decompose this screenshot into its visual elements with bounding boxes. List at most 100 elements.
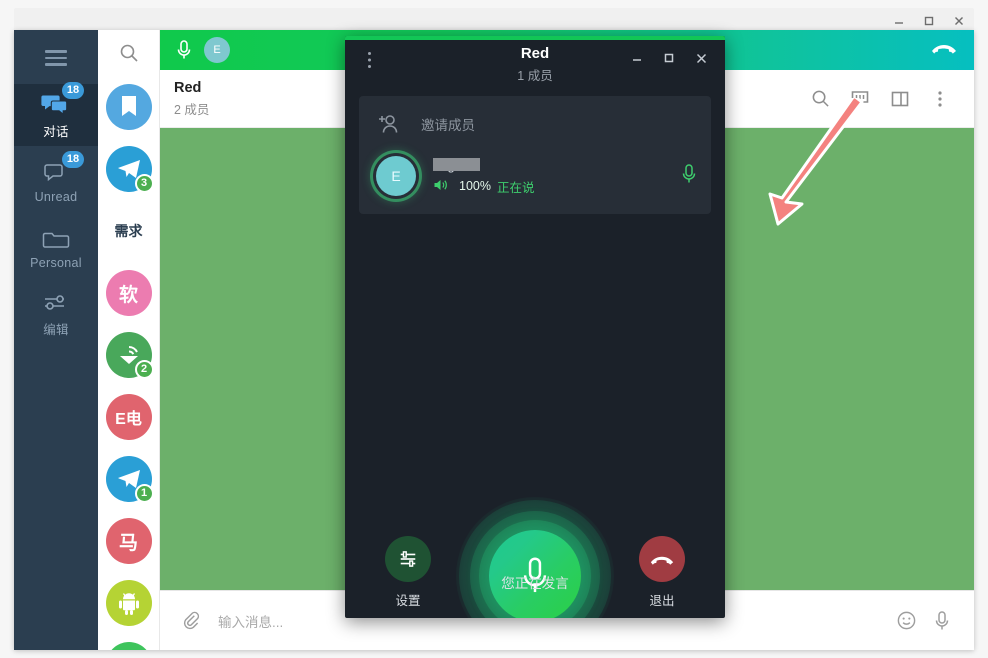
voice-dialog-header: Red 1 成员: [345, 36, 725, 86]
more-vertical-icon: [368, 52, 371, 68]
folder-search-button[interactable]: [98, 30, 159, 76]
window-maximize-button[interactable]: [914, 10, 944, 32]
split-pane-button[interactable]: [880, 79, 920, 119]
sidebar-item-personal[interactable]: Personal: [14, 216, 98, 278]
participant-mic-button[interactable]: [681, 163, 697, 190]
call-hangup-button[interactable]: [930, 40, 958, 61]
text-avatar: 马: [105, 518, 152, 564]
participant-info: engine 100% 正在说: [433, 157, 681, 196]
participant-name-wrap: engine: [433, 157, 681, 173]
android-avatar: [105, 580, 152, 626]
speaker-icon: [433, 178, 449, 195]
sidebar-badge-unread: 18: [62, 150, 84, 168]
window-minimize-button[interactable]: [884, 10, 914, 32]
voice-dialog-menu-button[interactable]: [367, 51, 372, 74]
plain-avatar: [105, 642, 152, 650]
sidebar-label-edit: 编辑: [43, 323, 69, 337]
text-avatar: E电: [105, 394, 152, 440]
voice-dialog-window-controls: [623, 46, 715, 70]
chat-subtitle: 2 成员: [174, 102, 210, 117]
call-status-text: 您正在发言: [501, 576, 569, 591]
folder-item[interactable]: [98, 572, 159, 634]
chat-search-button[interactable]: [800, 79, 840, 119]
android-icon: [118, 593, 139, 615]
bookmark-avatar: [105, 84, 152, 130]
invite-member-label: 邀请成员: [421, 118, 475, 133]
telegram-avatar: 3: [105, 146, 154, 193]
folder-section-label: 需求: [114, 223, 143, 239]
more-vertical-icon: [938, 90, 942, 107]
folder-item[interactable]: 1: [98, 448, 159, 510]
text-avatar: 软: [105, 270, 152, 316]
window-close-button[interactable]: [944, 10, 974, 32]
add-person-icon: [379, 115, 398, 133]
radar-avatar: 2: [105, 332, 154, 379]
participant-avatar-wrap: E: [373, 153, 419, 199]
split-pane-icon: [891, 91, 909, 106]
chats-icon: 18: [41, 82, 84, 116]
search-icon: [120, 44, 138, 62]
voice-dialog-close-button[interactable]: [687, 46, 715, 70]
invite-member-row[interactable]: 邀请成员: [359, 102, 711, 146]
bookmark-icon: [121, 96, 136, 116]
sidebar-item-chats[interactable]: 18 对话: [14, 82, 98, 146]
participant-status: 100% 正在说: [433, 177, 681, 196]
sliders-icon: [42, 288, 70, 314]
microphone-icon: [935, 610, 949, 629]
mic-button-wrap: [455, 496, 615, 618]
participant-speaking-label: 正在说: [496, 180, 535, 195]
screen: 18 对话 18 Unread Personal 编辑 3 需求 软 2 E电 …: [0, 0, 988, 658]
voice-call-dialog: Red 1 成员 邀请成员 E 100% 正在说 设置 退出 您正在发言: [345, 36, 725, 618]
chat-bubble-icon: [851, 90, 869, 107]
folder-badge: 1: [134, 484, 154, 503]
participant-volume: 100%: [459, 179, 491, 193]
search-icon: [812, 90, 829, 107]
folder-item[interactable]: E电: [98, 386, 159, 448]
paperclip-icon: [183, 611, 200, 629]
folder-item[interactable]: 3: [98, 138, 159, 200]
voice-dialog-maximize-button[interactable]: [655, 46, 683, 70]
folder-item[interactable]: 马: [98, 510, 159, 572]
sidebar-label-chats: 对话: [43, 125, 69, 139]
folder-strip: 3 需求 软 2 E电 1 马: [98, 30, 160, 650]
hamburger-icon: [45, 46, 67, 70]
folder-item[interactable]: 软: [98, 262, 159, 324]
emoji-button[interactable]: [888, 603, 924, 639]
voice-record-button[interactable]: [924, 603, 960, 639]
sidebar-item-edit[interactable]: 编辑: [14, 282, 98, 344]
sidebar-badge-chats: 18: [62, 82, 84, 99]
left-sidebar: 18 对话 18 Unread Personal 编辑: [14, 30, 98, 650]
folder-badge: 3: [134, 174, 154, 193]
voice-dialog-minimize-button[interactable]: [623, 46, 651, 70]
attach-button[interactable]: [174, 603, 210, 639]
folder-icon: [42, 225, 70, 251]
folder-item[interactable]: [98, 76, 159, 138]
folder-item[interactable]: 2: [98, 324, 159, 386]
sliders-icon: [400, 551, 416, 567]
sidebar-item-unread[interactable]: 18 Unread: [14, 150, 98, 212]
participants-panel: 邀请成员 E engine: [359, 96, 711, 214]
sidebar-label-personal: Personal: [30, 255, 82, 270]
call-controls: 设置 退出 您正在发言: [345, 408, 725, 618]
microphone-icon: [682, 163, 696, 182]
folder-item[interactable]: [98, 634, 159, 650]
hangup-icon: [650, 556, 674, 565]
chat-bubble-button[interactable]: [840, 79, 880, 119]
folder-badge: 2: [134, 360, 154, 379]
unread-icon: 18: [41, 150, 84, 185]
chat-more-button[interactable]: [920, 79, 960, 119]
smiley-icon: [897, 611, 915, 630]
hangup-icon: [932, 44, 956, 54]
telegram-avatar: 1: [105, 456, 154, 503]
call-hangup-label: 退出: [649, 594, 675, 608]
chat-title: Red: [174, 79, 202, 96]
participant-row[interactable]: E engine: [359, 146, 711, 206]
hamburger-menu-button[interactable]: [14, 36, 98, 80]
avatar: E: [376, 156, 416, 196]
call-settings-label: 设置: [395, 594, 421, 608]
redaction-bar: [433, 157, 480, 171]
chat-title-block: Red 2 成员: [174, 80, 209, 118]
microphone-icon: [177, 40, 191, 59]
sidebar-label-unread: Unread: [34, 189, 78, 204]
call-participant-avatar: E: [204, 37, 230, 63]
